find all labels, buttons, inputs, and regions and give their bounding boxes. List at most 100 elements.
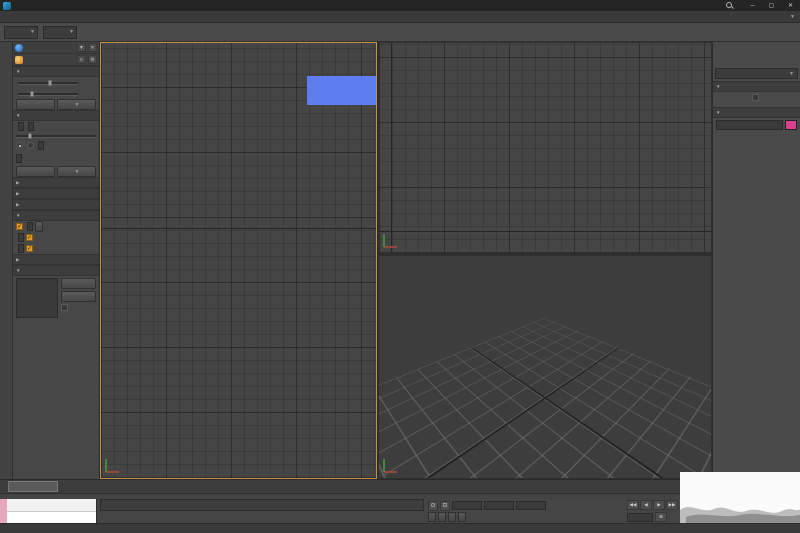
random-frames-radio[interactable] [27, 142, 34, 149]
create-subtabs [713, 54, 800, 66]
width-field[interactable] [18, 122, 24, 131]
set-key-button[interactable] [448, 512, 456, 522]
chevron-down-icon: ▼ [16, 113, 20, 118]
workspace-selector[interactable]: ▼ [788, 14, 795, 20]
rollout-gamma[interactable]: ▼ [13, 210, 99, 221]
gamma-in-field[interactable] [18, 233, 24, 242]
submit-render-button[interactable]: ▼ [57, 166, 96, 177]
plugin-close-icon[interactable]: ✕ [88, 43, 97, 52]
scale-slider[interactable] [18, 80, 78, 86]
chevron-down-icon: ▼ [716, 84, 720, 89]
rollout-object-type[interactable]: ▼ [713, 81, 800, 92]
go-to-start-icon[interactable]: ◀◀ [627, 500, 639, 510]
chevron-right-icon: ▶ [16, 257, 19, 263]
set-button[interactable] [61, 291, 96, 302]
auto-key-button[interactable] [428, 512, 436, 522]
time-configuration-icon[interactable]: ⊞ [655, 512, 667, 522]
plane-object[interactable] [307, 76, 376, 105]
listener-row[interactable] [7, 512, 96, 524]
plugin-header-2: ≡ ⚙ [13, 54, 99, 66]
previous-frame-icon[interactable]: ◀ [640, 500, 652, 510]
chevron-down-icon: ▼ [790, 14, 795, 20]
frame-count-field[interactable] [38, 141, 44, 150]
exclude-button[interactable] [61, 278, 96, 289]
object-name-input[interactable] [716, 120, 783, 130]
coord-z-field[interactable] [516, 501, 546, 510]
timeline-ruler[interactable] [64, 480, 662, 494]
sequential-frames-radio[interactable] [16, 142, 23, 149]
rollout-render-settings[interactable]: ▶ [13, 254, 99, 265]
chevron-right-icon: ▶ [16, 191, 19, 197]
world-axis-line [379, 231, 711, 232]
enable-gamma-checkbox[interactable] [16, 223, 25, 230]
app-logo-icon [3, 2, 11, 10]
rollout-batch-render[interactable]: ▶ [13, 177, 99, 188]
selection-set-dropdown[interactable] [438, 512, 446, 522]
time-slider[interactable] [8, 481, 58, 492]
override-material-slot[interactable] [16, 278, 58, 318]
rollout-override-material[interactable]: ▼ [13, 265, 99, 276]
viewport-perspective[interactable] [378, 255, 712, 479]
3ds-max-window: ─ ▢ ✕ ▼ ▼ ▼ [0, 0, 800, 533]
minimize-button[interactable]: ─ [746, 3, 759, 9]
height-field[interactable] [28, 122, 34, 131]
reference-coordinate-dropdown[interactable]: ▼ [43, 26, 77, 39]
coord-x-field[interactable] [452, 501, 482, 510]
command-panel-tabs [713, 42, 800, 54]
viewport-area [100, 42, 712, 479]
gamma-out-field[interactable] [18, 244, 24, 253]
plugin-header: ▼ ✕ [13, 42, 99, 54]
coord-y-field[interactable] [484, 501, 514, 510]
listener-row[interactable] [7, 499, 96, 512]
maxscript-mini-listener[interactable] [0, 499, 97, 523]
chevron-down-icon: ▼ [30, 29, 35, 35]
close-button[interactable]: ✕ [784, 2, 797, 9]
selection-filter-dropdown[interactable]: ▼ [4, 26, 38, 39]
perspective-grid [379, 256, 711, 478]
submit-param-button[interactable] [16, 166, 55, 177]
play-icon[interactable]: ▶ [653, 500, 665, 510]
autogrid-checkbox[interactable] [752, 94, 761, 101]
plugin-settings-icon[interactable]: ⚙ [88, 55, 97, 64]
selection-lock-icon[interactable]: ⊡ [440, 501, 450, 511]
chevron-down-icon: ▼ [75, 169, 80, 175]
rollout-name-color[interactable]: ▼ [713, 107, 800, 118]
chevron-down-icon: ▼ [75, 102, 80, 108]
search-icon[interactable] [725, 1, 734, 10]
affect-color-selector-checkbox[interactable] [26, 234, 35, 241]
isolate-selection-icon[interactable]: ⊙ [428, 501, 438, 511]
watermark-overlay [680, 472, 800, 523]
test-render-button[interactable]: ▼ [57, 99, 96, 110]
macro-recorder-strip[interactable] [0, 499, 7, 523]
main-toolbar: ▼ ▼ [0, 23, 800, 42]
viewport-front[interactable] [378, 42, 712, 254]
go-to-end-icon[interactable]: ▶▶ [666, 500, 678, 510]
affect-material-editor-checkbox[interactable] [26, 245, 35, 252]
rollout-render-ops[interactable]: ▶ [13, 188, 99, 199]
enable-override-checkbox[interactable] [61, 304, 96, 311]
rollout-submit-render[interactable]: ▼ [13, 110, 99, 121]
rollout-render-preset[interactable]: ▶ [13, 199, 99, 210]
chevron-down-icon: ▼ [16, 213, 20, 218]
quality-slider[interactable] [18, 91, 78, 97]
chevron-right-icon: ▶ [16, 180, 19, 186]
axis-tripod-icon [382, 232, 400, 250]
gamma-value-field[interactable] [27, 222, 33, 231]
rollout-test-render[interactable]: ▼ [13, 66, 99, 77]
plugin-menu-icon[interactable]: ≡ [77, 55, 86, 64]
menubar: ▼ [0, 11, 800, 23]
bottom-bar [0, 523, 800, 533]
category-dropdown[interactable]: ▼ [715, 68, 798, 79]
lwf-button[interactable] [35, 221, 43, 232]
test-param-button[interactable] [16, 99, 55, 110]
maximize-button[interactable]: ▢ [765, 2, 778, 9]
plugin-logo-icon [15, 44, 23, 52]
output-path-field[interactable] [16, 154, 22, 163]
axis-tripod-icon [104, 457, 122, 475]
object-color-swatch[interactable] [785, 120, 797, 130]
submit-scale-slider[interactable] [16, 133, 96, 139]
current-frame-field[interactable] [627, 513, 653, 522]
plugin-collapse-icon[interactable]: ▼ [77, 43, 86, 52]
key-filters-button[interactable] [458, 512, 466, 522]
viewport-top[interactable] [100, 42, 377, 479]
